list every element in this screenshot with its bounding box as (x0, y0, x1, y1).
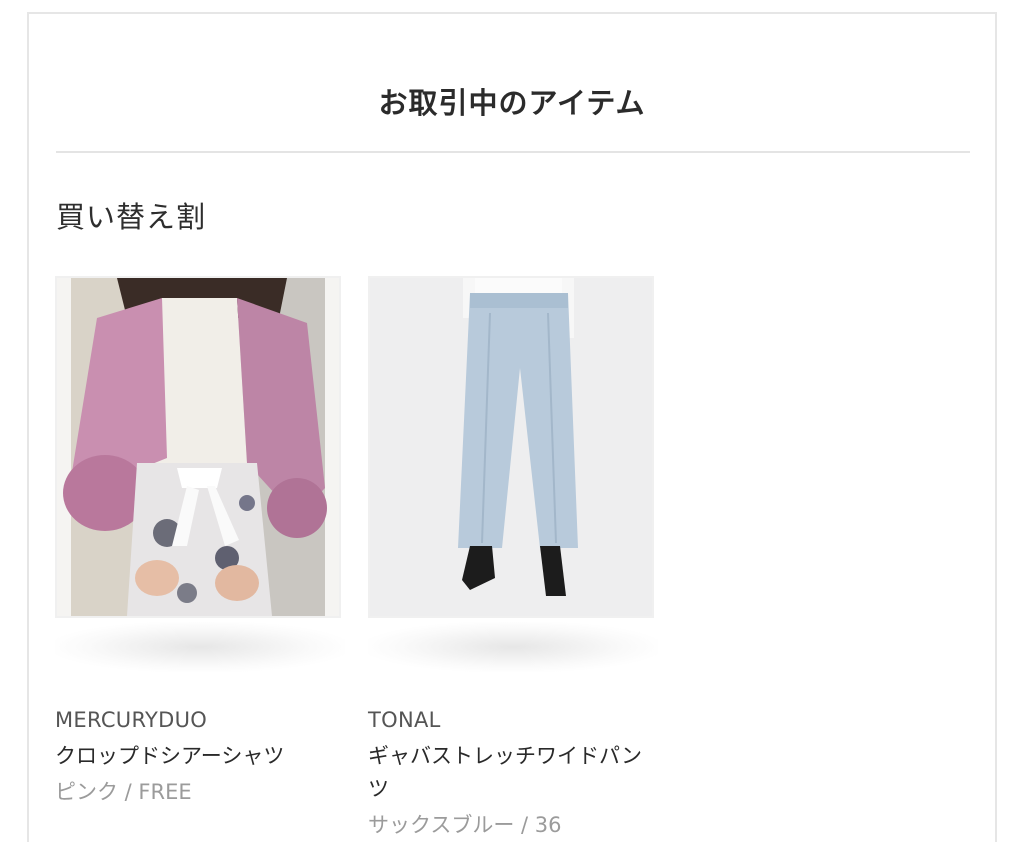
transaction-items-panel: お取引中のアイテム 買い替え割 MERCURYDUO クロップドシアーシャツ ピ… (27, 12, 997, 842)
product-image[interactable] (55, 276, 341, 618)
section-title: 買い替え割 (56, 200, 207, 234)
image-shadow (55, 622, 345, 672)
divider (56, 151, 970, 153)
product-name[interactable]: ギャバストレッチワイドパンツ (368, 740, 648, 806)
product-brand: TONAL (368, 708, 441, 732)
product-card[interactable]: TONAL ギャバストレッチワイドパンツ サックスブルー / 36 (368, 276, 658, 839)
image-shadow (368, 622, 658, 672)
product-image[interactable] (368, 276, 654, 618)
product-variant: ピンク / FREE (55, 780, 192, 804)
page-title: お取引中のアイテム (378, 86, 646, 120)
product-variant: サックスブルー / 36 (368, 813, 562, 837)
product-card[interactable]: MERCURYDUO クロップドシアーシャツ ピンク / FREE (55, 276, 345, 806)
product-brand: MERCURYDUO (55, 708, 208, 732)
product-name[interactable]: クロップドシアーシャツ (55, 740, 335, 773)
